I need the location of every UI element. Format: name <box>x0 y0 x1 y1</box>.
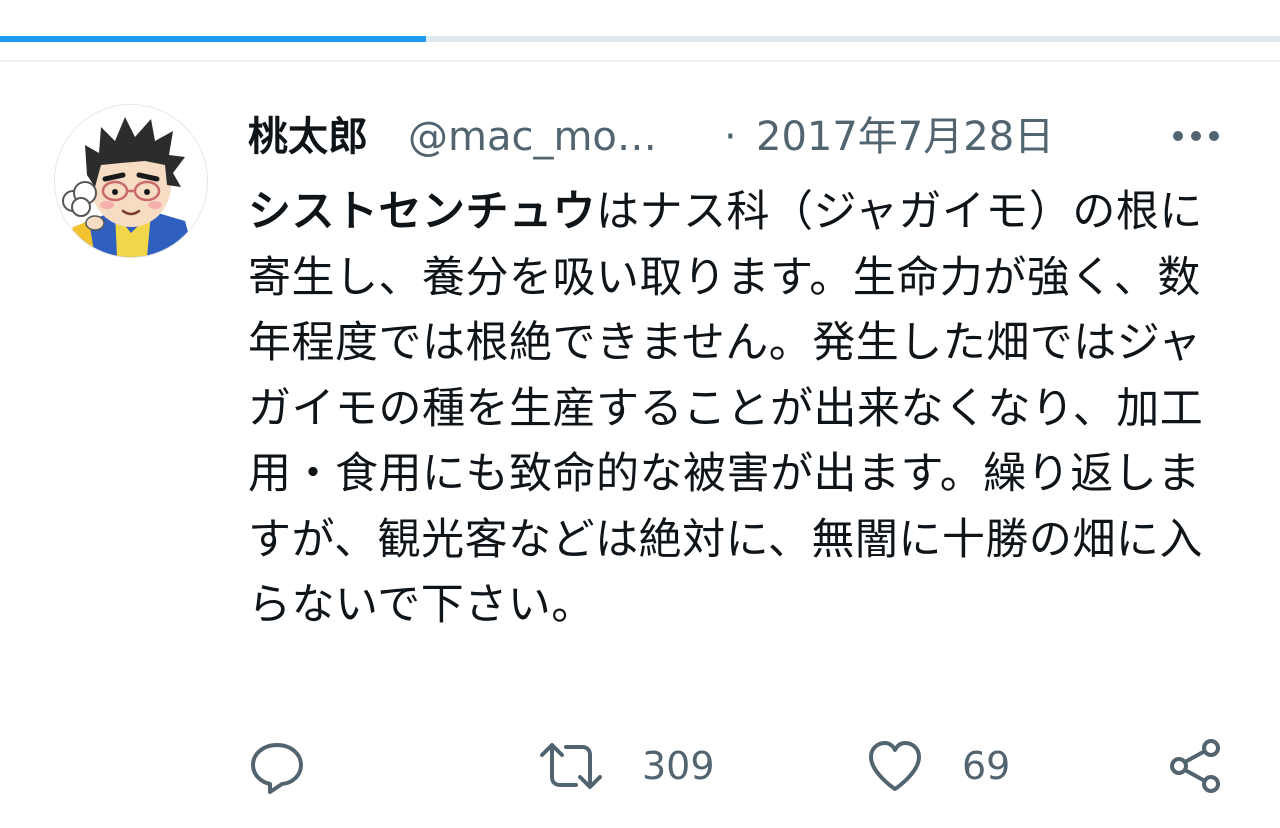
tweet-text: シストセンチュウはナス科（ジャガイモ）の根に寄生し、養分を吸い取ります。生命力が… <box>248 180 1208 639</box>
avatar-illustration <box>55 105 207 257</box>
more-options-button[interactable] <box>1166 114 1226 158</box>
load-progress-bar <box>0 36 1280 42</box>
like-button[interactable]: 69 <box>866 736 1010 796</box>
header-separator: · <box>724 114 737 160</box>
display-name[interactable]: 桃太郎 <box>248 110 368 164</box>
heart-icon <box>869 741 921 791</box>
like-count: 69 <box>962 744 1011 788</box>
load-progress-fill <box>0 36 427 42</box>
retweet-icon <box>540 743 602 789</box>
more-icon <box>1173 131 1219 141</box>
reply-icon <box>251 743 303 794</box>
retweet-button[interactable]: 309 <box>538 736 715 796</box>
retweet-count: 309 <box>642 744 715 788</box>
tweet-header: 桃太郎 @mac_mo… · 2017年7月28日 <box>248 104 1238 168</box>
share-button[interactable] <box>1166 736 1224 796</box>
tweet-text-body: はナス科（ジャガイモ）の根に寄生し、養分を吸い取ります。生命力が強く、数年程度で… <box>248 187 1204 630</box>
avatar[interactable] <box>54 104 208 258</box>
user-handle[interactable]: @mac_mo… <box>408 110 688 164</box>
header-divider <box>0 60 1280 62</box>
tweet-text-highlight: シストセンチュウ <box>248 187 596 237</box>
share-icon <box>1170 739 1220 793</box>
tweet-date[interactable]: 2017年7月28日 <box>756 110 1054 164</box>
reply-button[interactable] <box>248 736 306 796</box>
